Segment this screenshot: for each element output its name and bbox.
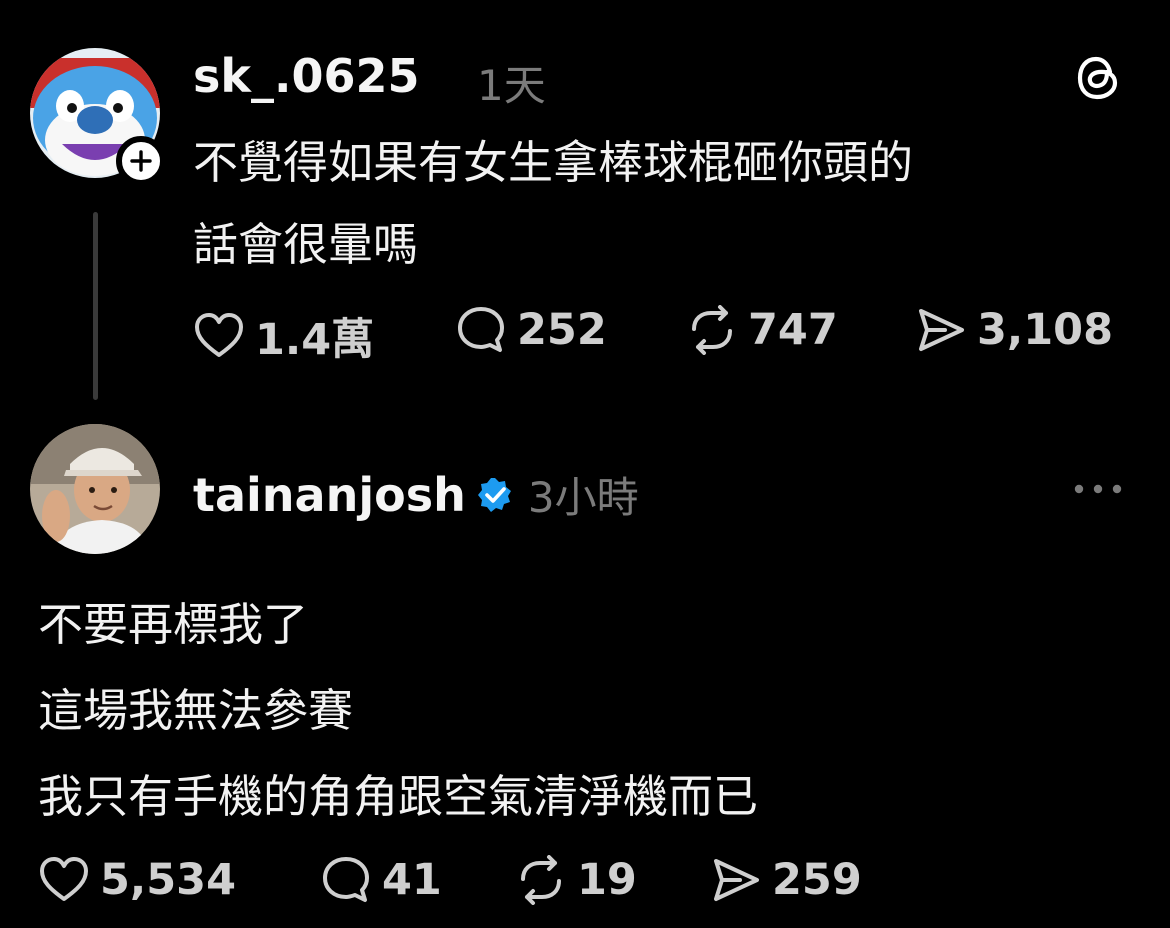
repost-icon [692, 305, 732, 355]
reply-reply-button[interactable]: 41 [320, 855, 442, 905]
reply-timestamp: 3小時 [527, 473, 639, 522]
share-button[interactable]: 3,108 [915, 305, 1113, 355]
like-count: 1.4萬 [255, 315, 375, 365]
heart-icon [40, 857, 88, 901]
plus-icon [130, 150, 152, 172]
thread-connector-line [93, 212, 98, 400]
like-count: 5,534 [100, 855, 237, 905]
reply-button[interactable]: 252 [455, 305, 607, 355]
send-icon [714, 859, 759, 901]
more-options-icon[interactable] [1072, 481, 1124, 500]
follow-plus-button[interactable] [116, 136, 166, 186]
repost-count: 19 [577, 855, 637, 905]
reply-repost-button[interactable]: 19 [515, 855, 637, 905]
reply-count: 252 [517, 305, 607, 355]
send-icon [919, 309, 964, 351]
post-timestamp: 1天 [477, 61, 546, 110]
threads-logo-icon[interactable] [1074, 53, 1122, 107]
post-username[interactable]: sk_.0625 [193, 49, 419, 103]
comment-icon [323, 857, 369, 902]
reply-text-line: 這場我無法參賽 [38, 684, 354, 737]
avatar-tainanjosh[interactable] [30, 424, 160, 554]
post-text-line: 話會很暈嗎 [193, 218, 419, 271]
reply-header: tainanjosh 3小時 [193, 464, 639, 525]
reply-text-line: 我只有手機的角角跟空氣清淨機而已 [38, 770, 759, 823]
share-count: 3,108 [977, 305, 1114, 355]
repost-button[interactable]: 747 [686, 305, 838, 355]
reply-count: 41 [382, 855, 442, 905]
heart-icon [195, 313, 243, 357]
reply-text-line: 不要再標我了 [38, 598, 309, 651]
reply-username[interactable]: tainanjosh [193, 468, 466, 522]
reply-text: 不要再標我了 這場我無法參賽 我只有手機的角角跟空氣清淨機而已 [38, 582, 1138, 840]
share-count: 259 [772, 855, 862, 905]
repost-icon [521, 855, 561, 905]
verified-badge-icon [477, 477, 511, 512]
post-text-line: 不覺得如果有女生拿棒球棍砸你頭的 [193, 136, 914, 189]
reply-like-button[interactable]: 5,534 [38, 855, 236, 905]
like-button[interactable]: 1.4萬 [193, 305, 374, 367]
repost-count: 747 [748, 305, 838, 355]
reply-share-button[interactable]: 259 [710, 855, 862, 905]
post-text: 不覺得如果有女生拿棒球棍砸你頭的 話會很暈嗎 [193, 122, 1133, 286]
comment-icon [458, 307, 504, 352]
